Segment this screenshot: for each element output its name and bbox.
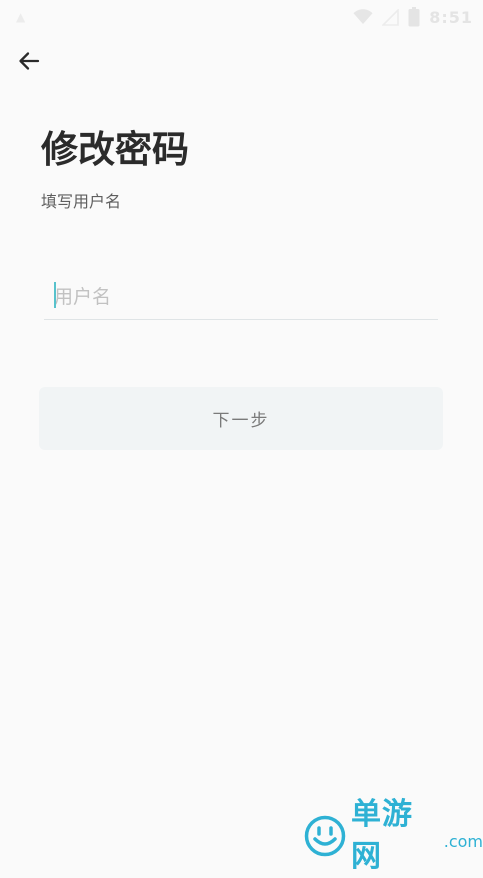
- username-input[interactable]: [44, 275, 438, 319]
- status-time: 8:51: [429, 7, 473, 27]
- wifi-icon: [353, 9, 373, 25]
- back-button[interactable]: [14, 48, 44, 78]
- text-cursor: [54, 282, 56, 308]
- watermark-logo: 单游网 .com: [304, 797, 483, 874]
- signal-icon: [382, 8, 400, 26]
- next-button[interactable]: 下一步: [39, 387, 443, 450]
- page-title: 修改密码: [41, 128, 189, 171]
- page-subtitle: 填写用户名: [41, 192, 122, 211]
- status-icons: 8:51: [353, 6, 473, 28]
- arrow-left-icon: [17, 49, 41, 77]
- battery-icon: [408, 7, 420, 27]
- username-field[interactable]: [44, 275, 438, 320]
- watermark-name: 单游网: [351, 797, 413, 874]
- watermark-domain: .com: [443, 832, 483, 851]
- smiley-icon: [304, 815, 346, 857]
- notification-icon: ▲: [16, 10, 26, 24]
- status-bar: ▲ 8:51: [0, 0, 483, 36]
